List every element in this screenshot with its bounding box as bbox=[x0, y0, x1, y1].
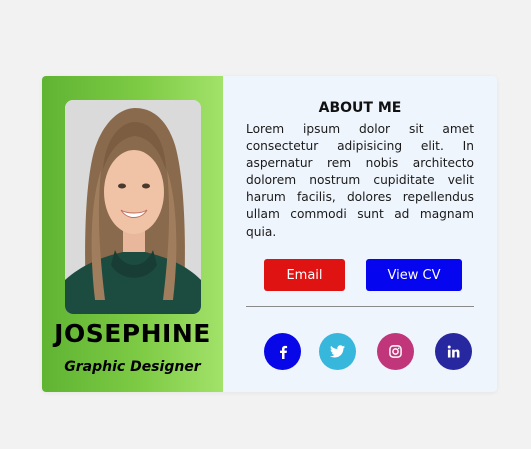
about-text: Lorem ipsum dolor sit amet consectetur a… bbox=[246, 122, 474, 239]
instagram-icon bbox=[389, 345, 402, 358]
about-title: ABOUT ME bbox=[318, 100, 402, 116]
linkedin-icon bbox=[447, 345, 460, 358]
facebook-icon bbox=[279, 345, 287, 359]
divider bbox=[246, 306, 474, 307]
about-panel: ABOUT ME Lorem ipsum dolor sit amet cons… bbox=[223, 76, 497, 392]
email-button[interactable]: Email bbox=[264, 259, 345, 291]
profile-photo bbox=[65, 100, 201, 314]
profile-card: JOSEPHINE Graphic Designer ABOUT ME Lore… bbox=[42, 76, 497, 392]
profile-role: Graphic Designer bbox=[64, 359, 201, 375]
linkedin-button[interactable] bbox=[435, 333, 472, 370]
view-cv-button[interactable]: View CV bbox=[366, 259, 462, 291]
instagram-button[interactable] bbox=[377, 333, 414, 370]
profile-panel: JOSEPHINE Graphic Designer bbox=[42, 76, 223, 392]
profile-name: JOSEPHINE bbox=[54, 319, 211, 348]
facebook-button[interactable] bbox=[264, 333, 301, 370]
twitter-icon bbox=[330, 345, 345, 358]
twitter-button[interactable] bbox=[319, 333, 356, 370]
